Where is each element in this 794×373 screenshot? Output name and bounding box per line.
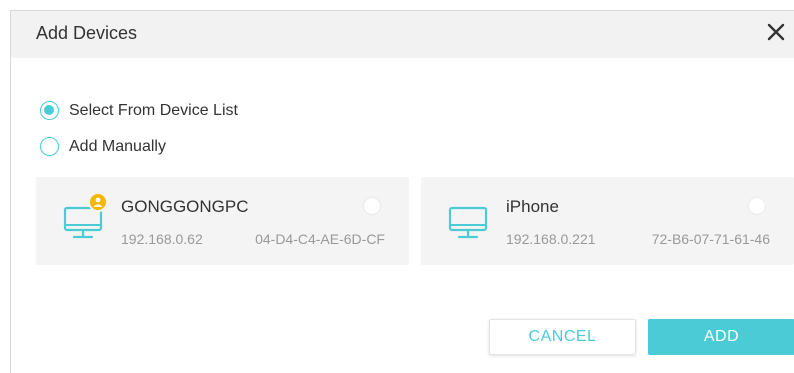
monitor-icon bbox=[448, 206, 488, 239]
radio-button-checked[interactable] bbox=[40, 101, 59, 120]
device-card-gonggongpc[interactable]: GONGGONGPC 192.168.0.62 04-D4-C4-AE-6D-C… bbox=[36, 177, 409, 265]
device-ip: 192.168.0.62 bbox=[121, 231, 203, 247]
radio-select-from-list[interactable]: Select From Device List bbox=[40, 101, 238, 120]
dialog-header: Add Devices bbox=[11, 11, 794, 58]
device-name: iPhone bbox=[506, 197, 559, 216]
radio-button-unchecked[interactable] bbox=[40, 137, 59, 156]
device-ip: 192.168.0.221 bbox=[506, 231, 596, 247]
cancel-button[interactable]: CANCEL bbox=[489, 319, 636, 355]
device-card-iphone[interactable]: iPhone 192.168.0.221 72-B6-07-71-61-46 bbox=[421, 177, 794, 265]
radio-label-select-from-list: Select From Device List bbox=[69, 101, 238, 119]
device-name: GONGGONGPC bbox=[121, 197, 249, 216]
radio-label-add-manually: Add Manually bbox=[69, 137, 166, 155]
add-devices-dialog: Add Devices Select From Device List Add … bbox=[10, 10, 794, 373]
close-button[interactable] bbox=[763, 19, 789, 45]
user-badge-icon bbox=[88, 192, 108, 212]
radio-add-manually[interactable]: Add Manually bbox=[40, 137, 166, 156]
device-select-radio[interactable] bbox=[363, 197, 381, 215]
device-select-radio[interactable] bbox=[748, 197, 766, 215]
close-icon bbox=[767, 23, 785, 41]
device-mac: 04-D4-C4-AE-6D-CF bbox=[255, 231, 385, 247]
add-button[interactable]: ADD bbox=[648, 319, 794, 355]
device-mac: 72-B6-07-71-61-46 bbox=[651, 231, 770, 247]
dialog-title: Add Devices bbox=[36, 23, 138, 43]
